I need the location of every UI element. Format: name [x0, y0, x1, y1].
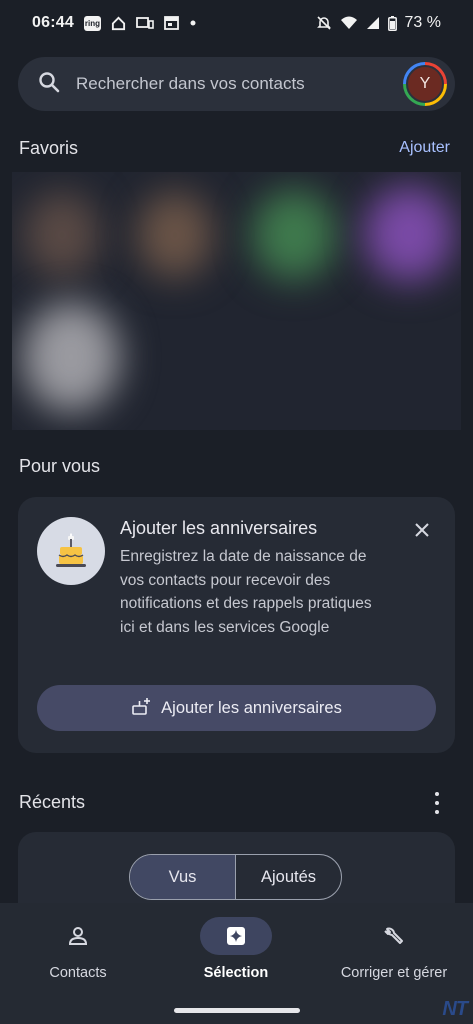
favorite-contact-4[interactable]	[364, 186, 454, 282]
calendar-icon	[164, 16, 179, 30]
birthday-cake-icon	[37, 517, 105, 585]
favorite-contact-3[interactable]	[252, 190, 336, 280]
nav-fix-manage-label: Corriger et gérer	[340, 965, 448, 981]
recents-title: Récents	[19, 792, 86, 812]
favorites-grid-blurred	[12, 172, 461, 430]
person-icon	[42, 917, 114, 955]
notification-dot-icon	[189, 19, 197, 27]
status-time: 06:44	[32, 14, 74, 31]
bottom-navigation: Contacts Sélection Corriger et gérer	[0, 903, 473, 1024]
status-left: 06:44 ring	[32, 14, 197, 32]
recents-segmented-control: Vus Ajoutés	[129, 854, 342, 900]
devices-icon	[136, 16, 154, 30]
birthday-suggestion-card: Ajouter les anniversaires Enregistrez la…	[18, 497, 455, 753]
search-icon	[38, 71, 60, 98]
tab-ajoutes[interactable]: Ajoutés	[236, 855, 341, 899]
add-favorite-link[interactable]: Ajouter	[399, 139, 450, 157]
add-birthdays-button-label: Ajouter les anniversaires	[161, 698, 342, 717]
favorite-contact-1[interactable]	[24, 192, 100, 278]
favorites-title: Favoris	[19, 138, 79, 158]
favorite-contact-5[interactable]	[22, 302, 120, 412]
ring-badge: ring	[83, 15, 101, 31]
nav-selection-label: Sélection	[203, 965, 269, 981]
add-birthdays-button[interactable]: Ajouter les anniversaires	[37, 685, 436, 731]
battery-icon	[387, 15, 397, 31]
mute-icon	[316, 15, 332, 31]
tab-vus[interactable]: Vus	[130, 855, 236, 899]
card-title: Ajouter les anniversaires	[120, 518, 318, 538]
card-body: Enregistrez la date de naissance de vos …	[120, 548, 372, 636]
search-placeholder: Rechercher dans vos contacts	[76, 74, 305, 93]
search-bar[interactable]: Rechercher dans vos contacts Y	[18, 57, 455, 111]
nav-selection[interactable]: Sélection	[156, 917, 316, 981]
signal-icon	[366, 16, 380, 30]
close-icon[interactable]	[411, 519, 433, 541]
home-icon	[111, 16, 126, 31]
wrench-icon	[358, 917, 430, 955]
for-you-title: Pour vous	[19, 456, 101, 476]
account-avatar-button[interactable]: Y	[403, 62, 447, 106]
nav-contacts[interactable]: Contacts	[0, 917, 158, 981]
battery-percent: 73 %	[404, 14, 441, 31]
status-bar: 06:44 ring 73 %	[0, 0, 473, 46]
nav-contacts-label: Contacts	[49, 965, 107, 981]
add-birthday-icon	[131, 696, 151, 721]
more-vert-icon[interactable]	[429, 792, 445, 814]
avatar: Y	[406, 65, 444, 103]
status-right: 73 %	[316, 14, 441, 32]
wifi-icon	[340, 16, 358, 30]
favorite-contact-2[interactable]	[137, 192, 213, 278]
home-indicator[interactable]	[174, 1008, 300, 1013]
sparkle-icon	[200, 917, 272, 955]
watermark-logo: NT	[442, 998, 468, 1020]
ring-app-icon: ring	[83, 15, 101, 31]
nav-fix-manage[interactable]: Corriger et gérer	[314, 917, 473, 981]
